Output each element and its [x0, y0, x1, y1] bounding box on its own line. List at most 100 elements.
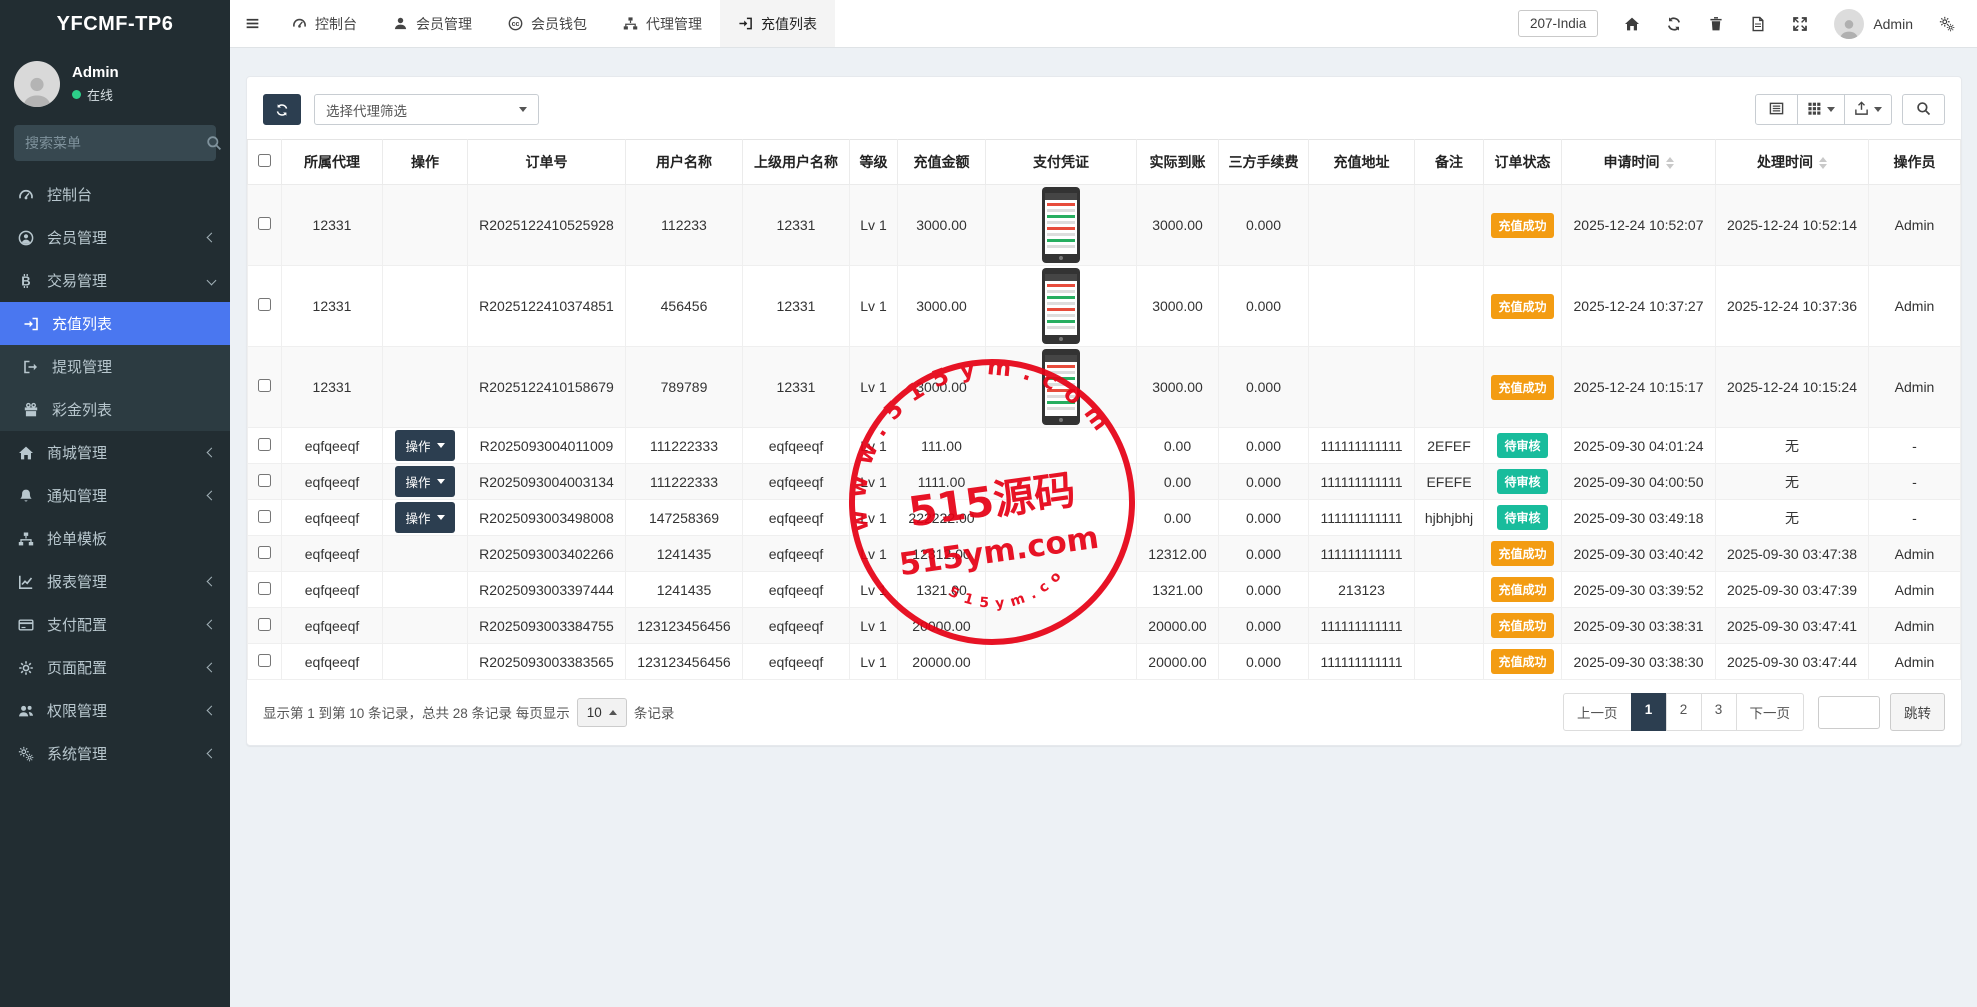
topnav-tab[interactable]: 控制台: [274, 0, 375, 47]
sidebar-item[interactable]: 支付配置: [0, 603, 230, 646]
cell-level: Lv 1: [850, 185, 898, 266]
sidebar-item[interactable]: 充值列表: [0, 302, 230, 345]
page-button[interactable]: 1: [1631, 693, 1667, 731]
sidebar-item[interactable]: 彩金列表: [0, 388, 230, 431]
page-jump-button[interactable]: 跳转: [1890, 693, 1945, 731]
cell-parent-username: eqfqeeqf: [743, 644, 850, 680]
cell-process-time: 无: [1716, 500, 1869, 536]
chevron-down-icon: [437, 515, 445, 520]
cell-fee: 0.000: [1219, 500, 1309, 536]
columns-button[interactable]: [1797, 94, 1845, 125]
select-all-checkbox[interactable]: [258, 154, 271, 167]
row-action-button[interactable]: 操作: [395, 466, 454, 497]
tab-label: 会员钱包: [531, 14, 587, 34]
sidebar-item[interactable]: 系统管理: [0, 732, 230, 775]
row-checkbox[interactable]: [258, 618, 271, 631]
row-checkbox[interactable]: [258, 510, 271, 523]
cell-operator: Admin: [1869, 185, 1961, 266]
sidebar-item[interactable]: 商城管理: [0, 431, 230, 474]
sidebar-item[interactable]: 会员管理: [0, 216, 230, 259]
cell-voucher: [986, 266, 1137, 347]
sidebar-item[interactable]: B交易管理: [0, 259, 230, 302]
clear-cache-icon[interactable]: [1750, 16, 1766, 32]
cell-received: 3000.00: [1137, 185, 1219, 266]
cell-apply-time: 2025-09-30 03:39:52: [1562, 572, 1716, 608]
sidebar-item-label: 抢单模板: [47, 528, 215, 549]
page-button[interactable]: 上一页: [1563, 693, 1632, 731]
sidebar-item[interactable]: 抢单模板: [0, 517, 230, 560]
sidebar-item[interactable]: 权限管理: [0, 689, 230, 732]
sidebar-item-label: 商城管理: [47, 442, 208, 463]
cell-status: 充值成功: [1484, 536, 1562, 572]
search-icon: [206, 135, 222, 151]
row-checkbox[interactable]: [258, 654, 271, 667]
export-button[interactable]: [1844, 94, 1892, 125]
payment-voucher-thumbnail[interactable]: [1042, 187, 1080, 263]
home-icon[interactable]: [1624, 16, 1640, 32]
sidebar-menu: 控制台会员管理B交易管理充值列表提现管理彩金列表商城管理通知管理抢单模板报表管理…: [0, 173, 230, 775]
sort-icon[interactable]: [1666, 157, 1674, 169]
sidebar-item[interactable]: 通知管理: [0, 474, 230, 517]
topnav-tab[interactable]: 充值列表: [720, 0, 835, 47]
refresh-icon[interactable]: [1666, 16, 1682, 32]
sidebar-item[interactable]: 提现管理: [0, 345, 230, 388]
svg-text:cc: cc: [512, 21, 520, 28]
records-info: 显示第 1 到第 10 条记录，总共 28 条记录 每页显示 10 条记录: [263, 698, 674, 727]
menu-search-input[interactable]: [25, 135, 206, 151]
table-search-button[interactable]: [1902, 94, 1945, 125]
sidebar-item-label: 报表管理: [47, 571, 208, 592]
page-jump-input[interactable]: [1818, 696, 1880, 729]
column-header: 订单状态: [1484, 140, 1562, 185]
topnav-tab[interactable]: cc 会员钱包: [490, 0, 605, 47]
cell-voucher: [986, 572, 1137, 608]
sidebar-toggle-button[interactable]: [230, 0, 274, 47]
payment-voucher-thumbnail[interactable]: [1042, 268, 1080, 344]
sidebar-item[interactable]: 控制台: [0, 173, 230, 216]
sign-in-icon: [20, 316, 42, 332]
agent-filter-select[interactable]: 选择代理筛选: [314, 94, 539, 125]
column-header: 备注: [1415, 140, 1484, 185]
table-refresh-button[interactable]: [263, 94, 301, 125]
cell-fee: 0.000: [1219, 185, 1309, 266]
payment-voucher-thumbnail[interactable]: [1042, 349, 1080, 425]
page-size-select[interactable]: 10: [577, 698, 627, 727]
page-button[interactable]: 3: [1701, 693, 1737, 731]
credit-card-icon: [15, 617, 37, 633]
cell-amount: 111.00: [898, 428, 986, 464]
cell-level: Lv 1: [850, 266, 898, 347]
cell-order-no: R2025093004003134: [468, 464, 626, 500]
row-checkbox[interactable]: [258, 298, 271, 311]
sidebar-item[interactable]: 页面配置: [0, 646, 230, 689]
cell-voucher: [986, 347, 1137, 428]
chevron-left-icon: [207, 663, 217, 673]
cell-username: 111222333: [626, 428, 743, 464]
fullscreen-icon[interactable]: [1792, 16, 1808, 32]
settings-icon[interactable]: [1939, 16, 1955, 32]
topnav-tab[interactable]: 代理管理: [605, 0, 720, 47]
cell-received: 1321.00: [1137, 572, 1219, 608]
row-checkbox[interactable]: [258, 438, 271, 451]
cell-apply-time: 2025-09-30 03:38:31: [1562, 608, 1716, 644]
cell-agent: eqfqeeqf: [282, 608, 383, 644]
status-badge: 充值成功: [1491, 577, 1553, 602]
sort-icon[interactable]: [1819, 157, 1827, 169]
trash-icon[interactable]: [1708, 16, 1724, 32]
page-button[interactable]: 下一页: [1736, 693, 1805, 731]
row-checkbox[interactable]: [258, 379, 271, 392]
page-button[interactable]: 2: [1666, 693, 1702, 731]
row-action-button[interactable]: 操作: [395, 430, 454, 461]
row-checkbox[interactable]: [258, 217, 271, 230]
detail-view-button[interactable]: [1755, 94, 1798, 125]
topnav-tab[interactable]: 会员管理: [375, 0, 490, 47]
cell-received: 0.00: [1137, 464, 1219, 500]
sidebar-item[interactable]: 报表管理: [0, 560, 230, 603]
cell-order-no: R2025093003402266: [468, 536, 626, 572]
chart-icon: [15, 574, 37, 590]
region-selector[interactable]: 207-India: [1518, 10, 1598, 37]
row-action-button[interactable]: 操作: [395, 502, 454, 533]
row-checkbox[interactable]: [258, 474, 271, 487]
user-menu[interactable]: Admin: [1834, 9, 1913, 39]
table-row: eqfqeeqf操作R2025093004011009111222333eqfq…: [248, 428, 1961, 464]
row-checkbox[interactable]: [258, 546, 271, 559]
row-checkbox[interactable]: [258, 582, 271, 595]
